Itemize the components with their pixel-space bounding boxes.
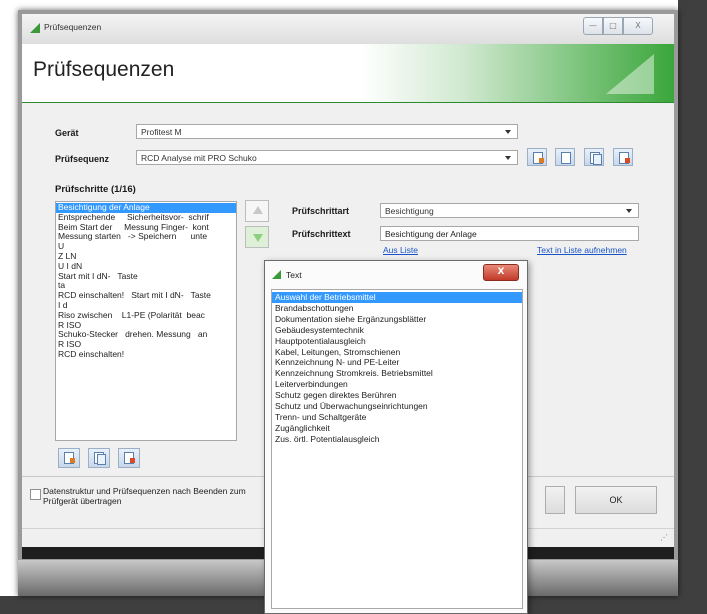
step-type-select[interactable]: Besichtigung — [380, 203, 639, 218]
copy-icon-back — [97, 454, 106, 465]
list-item[interactable]: Kennzeichnung N- und PE-Leiter — [272, 357, 522, 368]
list-item[interactable]: RCD einschalten! — [56, 349, 236, 360]
device-label: Gerät — [55, 128, 79, 138]
list-item[interactable]: Start mit I dN- Taste — [56, 271, 236, 282]
move-down-button[interactable] — [245, 226, 269, 248]
list-item[interactable]: Messung starten -> Speichern unte — [56, 232, 236, 242]
banner-logo-triangle — [606, 54, 654, 94]
list-item[interactable]: Schutz und Überwachungseinrichtungen — [272, 401, 522, 412]
list-item[interactable]: Trenn- und Schaltgeräte — [272, 412, 522, 423]
arrow-up-icon — [253, 206, 263, 214]
text-options-list[interactable]: Auswahl der Betriebsmittel Brandabschott… — [271, 289, 523, 609]
list-item[interactable]: Kennzeichnung Stromkreis. Betriebsmittel — [272, 368, 522, 379]
add-to-list-link[interactable]: Text in Liste aufnehmen — [537, 245, 627, 255]
list-item[interactable]: Schutz gegen direktes Berühren — [272, 390, 522, 401]
list-item[interactable]: Zus. örtl. Potentialausgleich — [272, 434, 522, 445]
list-item[interactable]: Brandabschottungen — [272, 303, 522, 314]
list-item[interactable]: Kabel, Leitungen, Stromschienen — [272, 347, 522, 358]
copy-icon-back — [593, 154, 602, 165]
delete-sequence-button[interactable] — [613, 148, 633, 166]
list-item[interactable]: Leiterverbindungen — [272, 379, 522, 390]
list-item[interactable]: Z LN — [56, 251, 236, 262]
device-select[interactable]: Profitest M — [136, 124, 518, 139]
step-text-field[interactable]: Besichtigung der Anlage — [380, 226, 639, 241]
step-type-value: Besichtigung — [385, 206, 434, 216]
list-item[interactable]: U — [56, 241, 236, 252]
list-item[interactable]: Gebäudesystemtechnik — [272, 325, 522, 336]
list-item[interactable]: Auswahl der Betriebsmittel — [272, 292, 522, 303]
list-item[interactable]: Zugänglichkeit — [272, 423, 522, 434]
list-item[interactable]: Hauptpotentialausgleich — [272, 336, 522, 347]
from-list-link[interactable]: Aus Liste — [383, 245, 418, 255]
add-badge-icon — [539, 158, 544, 163]
maximize-button[interactable]: □ — [603, 17, 623, 35]
copy-step-button[interactable] — [88, 448, 110, 468]
popup-close-button[interactable]: X — [483, 264, 519, 281]
edit-document-icon — [561, 152, 571, 164]
delete-badge-icon — [625, 158, 630, 163]
chevron-down-icon — [505, 156, 511, 160]
list-item[interactable]: Riso zwischen L1-PE (Polarität beac — [56, 310, 236, 321]
resize-grip-icon[interactable]: ⋰ — [660, 533, 668, 542]
steps-heading: Prüfschritte (1/16) — [55, 184, 136, 195]
step-type-label: Prüfschrittart — [292, 206, 350, 216]
new-sequence-button[interactable] — [527, 148, 547, 166]
window-titlebar[interactable] — [22, 14, 674, 44]
chevron-down-icon — [505, 130, 511, 134]
page-title: Prüfsequenzen — [33, 58, 175, 81]
desktop-background — [678, 0, 707, 614]
list-item[interactable]: Schuko-Stecker drehen. Messung an — [56, 330, 236, 340]
app-icon — [30, 23, 40, 33]
add-step-button[interactable] — [58, 448, 80, 468]
cancel-button-partial[interactable] — [545, 486, 565, 514]
steps-list[interactable]: Besichtigung der Anlage Entsprechende Si… — [55, 201, 237, 441]
device-select-value: Profitest M — [141, 127, 182, 137]
window-title: Prüfsequenzen — [44, 22, 102, 32]
delete-badge-icon — [130, 458, 135, 463]
app-icon — [272, 270, 281, 279]
sequence-select-value: RCD Analyse mit PRO Schuko — [141, 153, 257, 163]
transfer-checkbox-label: Datenstruktur und Prüfsequenzen nach Bee… — [43, 486, 246, 506]
list-item[interactable]: RCD einschalten! Start mit I dN- Taste — [56, 290, 236, 301]
copy-sequence-button[interactable] — [584, 148, 604, 166]
add-badge-icon — [70, 458, 75, 463]
step-text-label: Prüfschrittext — [292, 229, 351, 239]
close-button[interactable]: X — [623, 17, 653, 35]
list-item[interactable]: Dokumentation siehe Ergänzungsblätter — [272, 314, 522, 325]
delete-step-button[interactable] — [118, 448, 140, 468]
transfer-checkbox[interactable] — [30, 489, 41, 500]
popup-title: Text — [286, 270, 302, 280]
arrow-down-icon — [253, 234, 263, 242]
ok-button[interactable]: OK — [575, 486, 657, 514]
minimize-button[interactable]: — — [583, 17, 603, 35]
sequence-label: Prüfsequenz — [55, 154, 110, 164]
chevron-down-icon — [626, 209, 632, 213]
sequence-select[interactable]: RCD Analyse mit PRO Schuko — [136, 150, 518, 165]
edit-sequence-button[interactable] — [555, 148, 575, 166]
move-up-button[interactable] — [245, 200, 269, 222]
